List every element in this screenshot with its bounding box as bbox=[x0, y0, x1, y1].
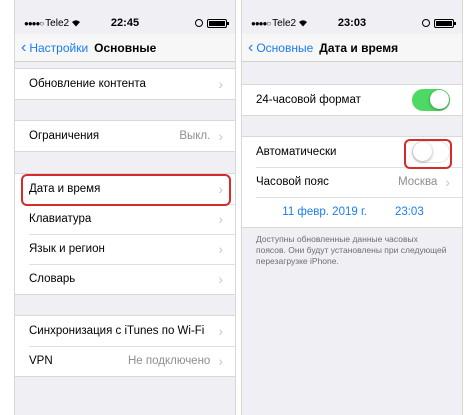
row-vpn[interactable]: VPN Не подключено › bbox=[15, 346, 235, 376]
status-bar: ●●●●○ Tele2 22:45 bbox=[15, 13, 235, 33]
automatic-toggle[interactable] bbox=[412, 141, 450, 163]
rotation-lock-icon bbox=[195, 19, 203, 27]
row-value: Выкл. bbox=[179, 130, 211, 142]
row-label: Язык и регион bbox=[29, 243, 105, 255]
chevron-right-icon: › bbox=[445, 174, 450, 190]
chevron-right-icon: › bbox=[218, 271, 223, 287]
row-label: Словарь bbox=[29, 273, 76, 285]
chevron-right-icon: › bbox=[218, 76, 223, 92]
row-value: Не подключено bbox=[127, 355, 211, 367]
status-bar: ●●●●○ Tele2 23:03 bbox=[242, 13, 462, 33]
date-value[interactable]: 11 февр. 2019 г. bbox=[282, 206, 367, 218]
row-label: 24-часовой формат bbox=[256, 94, 361, 106]
battery-icon bbox=[207, 18, 229, 28]
settings-group-1: Обновление контента › bbox=[15, 68, 235, 100]
chevron-right-icon: › bbox=[218, 353, 223, 369]
row-dictionary[interactable]: Словарь › bbox=[15, 264, 235, 294]
row-label: Ограничения bbox=[29, 130, 100, 142]
row-automatic: Автоматически bbox=[242, 137, 462, 167]
page-title: Дата и время bbox=[319, 40, 399, 55]
chevron-left-icon: ‹ bbox=[248, 38, 254, 56]
row-label: Обновление контента bbox=[29, 78, 146, 90]
timezone-footnote: Доступны обновленные данные часовых пояс… bbox=[256, 234, 447, 266]
row-itunes-wifi-sync[interactable]: Синхронизация с iTunes по Wi-Fi › bbox=[15, 316, 235, 346]
settings-group-4: Синхронизация с iTunes по Wi-Fi › VPN Не… bbox=[15, 315, 235, 377]
battery-icon bbox=[434, 18, 456, 28]
settings-group-datetime: Автоматически Часовой пояс Москва › 11 ф… bbox=[242, 136, 462, 228]
row-keyboard[interactable]: Клавиатура › bbox=[15, 204, 235, 234]
row-label: Автоматически bbox=[256, 146, 337, 158]
row-value: Москва bbox=[398, 176, 438, 188]
back-label: Основные bbox=[256, 40, 314, 55]
row-label: VPN bbox=[29, 355, 53, 367]
back-button[interactable]: ‹ Настройки bbox=[15, 38, 89, 56]
row-content-update[interactable]: Обновление контента › bbox=[15, 69, 235, 99]
row-label: Дата и время bbox=[29, 183, 101, 195]
rotation-lock-icon bbox=[422, 19, 430, 27]
settings-group-format: 24-часовой формат bbox=[242, 84, 462, 116]
navigation-bar: ‹ Основные Дата и время bbox=[242, 34, 462, 62]
row-label: Клавиатура bbox=[29, 213, 92, 225]
phone-screen-left: ●●●●○ Tele2 22:45 ‹ Настройки Основные О… bbox=[14, 0, 236, 415]
row-date-time[interactable]: Дата и время › bbox=[15, 174, 235, 204]
row-label: Часовой пояс bbox=[256, 176, 329, 188]
row-language-region[interactable]: Язык и регион › bbox=[15, 234, 235, 264]
chevron-right-icon: › bbox=[218, 323, 223, 339]
page-title: Основные bbox=[94, 40, 157, 55]
phone-screen-right: ●●●●○ Tele2 23:03 ‹ Основные Дата и врем… bbox=[241, 0, 463, 415]
time-value[interactable]: 23:03 bbox=[395, 206, 424, 218]
row-timezone[interactable]: Часовой пояс Москва › bbox=[242, 167, 462, 197]
settings-group-3: Дата и время › Клавиатура › Язык и регио… bbox=[15, 173, 235, 295]
chevron-left-icon: ‹ bbox=[21, 38, 27, 56]
settings-group-2: Ограничения Выкл. › bbox=[15, 120, 235, 152]
24h-format-toggle[interactable] bbox=[412, 89, 450, 111]
chevron-right-icon: › bbox=[218, 241, 223, 257]
chevron-right-icon: › bbox=[218, 128, 223, 144]
row-date-time-value[interactable]: 11 февр. 2019 г. 23:03 bbox=[242, 197, 462, 227]
navigation-bar: ‹ Настройки Основные bbox=[15, 34, 235, 62]
row-24h-format: 24-часовой формат bbox=[242, 85, 462, 115]
row-label: Синхронизация с iTunes по Wi-Fi bbox=[29, 325, 205, 337]
row-restrictions[interactable]: Ограничения Выкл. › bbox=[15, 121, 235, 151]
chevron-right-icon: › bbox=[218, 211, 223, 227]
chevron-right-icon: › bbox=[218, 181, 223, 197]
back-label: Настройки bbox=[29, 40, 89, 55]
back-button[interactable]: ‹ Основные bbox=[242, 38, 314, 56]
